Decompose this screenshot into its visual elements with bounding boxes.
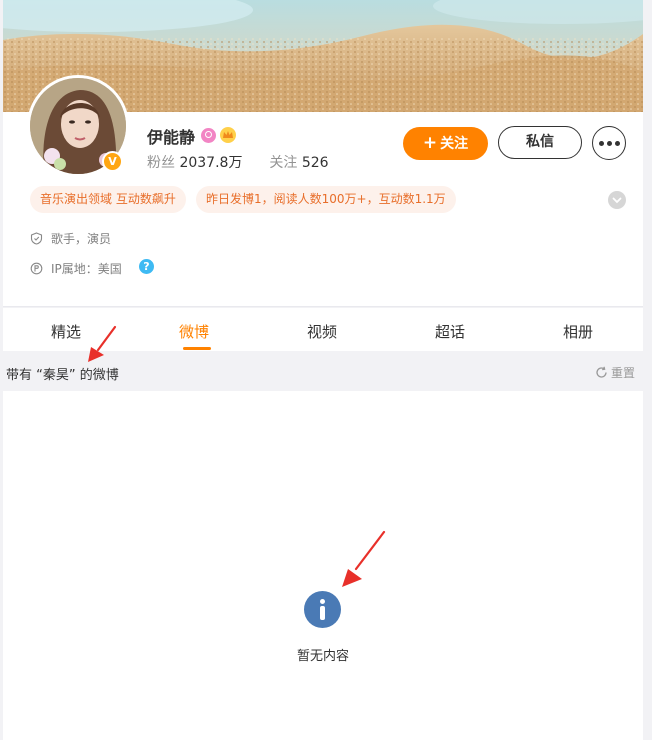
profile-card: V 伊能静 粉丝 2037.8万 关注 526 + 关注 私信 音乐演出领域 互动… xyxy=(3,0,643,307)
member-badge-icon[interactable] xyxy=(201,128,216,143)
info-ip-location: IP属地：美国 xyxy=(30,260,122,277)
occupation-text: 歌手，演员 xyxy=(51,232,112,246)
weibo-profile-page: V 伊能静 粉丝 2037.8万 关注 526 + 关注 私信 音乐演出领域 互动… xyxy=(0,0,652,740)
reset-button[interactable]: 重置 xyxy=(595,364,635,381)
tab-weibo[interactable]: 微博 xyxy=(179,321,209,342)
shield-icon xyxy=(30,232,43,245)
tab-video[interactable]: 视频 xyxy=(307,321,337,342)
tab-album[interactable]: 相册 xyxy=(563,321,593,342)
reset-label: 重置 xyxy=(611,366,636,380)
tab-bar: 精选 微博 视频 超话 相册 xyxy=(3,308,643,351)
filter-bar: 带有 “秦昊” 的微博 重置 xyxy=(0,351,652,391)
info-occupation: 歌手，演员 xyxy=(30,230,111,247)
user-name: 伊能静 xyxy=(147,128,196,147)
question-icon[interactable]: ? xyxy=(139,259,154,274)
tag-pill[interactable]: 音乐演出领域 互动数飙升 xyxy=(30,186,186,213)
tab-featured[interactable]: 精选 xyxy=(51,321,81,342)
feed-content: 暂无内容 xyxy=(3,391,643,740)
ip-location-text: IP属地：美国 xyxy=(51,262,122,276)
active-tab-indicator xyxy=(183,347,211,350)
following-label: 关注 xyxy=(269,155,298,171)
follow-button[interactable]: + 关注 xyxy=(403,127,488,160)
info-icon xyxy=(304,591,341,628)
crown-badge-icon[interactable] xyxy=(220,127,236,143)
followers-label: 粉丝 xyxy=(147,155,175,171)
tag-pill[interactable]: 昨日发博1，阅读人数100万+，互动数1.1万 xyxy=(196,186,456,213)
user-stats: 粉丝 2037.8万 关注 526 xyxy=(147,152,329,172)
plus-icon: + xyxy=(422,133,438,153)
refresh-icon xyxy=(596,366,607,378)
filter-text: 带有 “秦昊” 的微博 xyxy=(6,368,119,383)
tab-super-topic[interactable]: 超话 xyxy=(435,321,465,342)
following-count[interactable]: 526 xyxy=(302,155,329,171)
followers-count[interactable]: 2037.8万 xyxy=(179,155,242,171)
message-label: 私信 xyxy=(526,134,554,150)
more-dots-icon[interactable] xyxy=(592,126,626,160)
location-icon xyxy=(30,262,43,275)
empty-state-text: 暂无内容 xyxy=(296,649,349,664)
verified-badge: V xyxy=(102,151,123,172)
follow-label: 关注 xyxy=(440,136,469,152)
chevron-down-icon[interactable] xyxy=(608,191,626,209)
message-button[interactable]: 私信 xyxy=(498,126,582,159)
